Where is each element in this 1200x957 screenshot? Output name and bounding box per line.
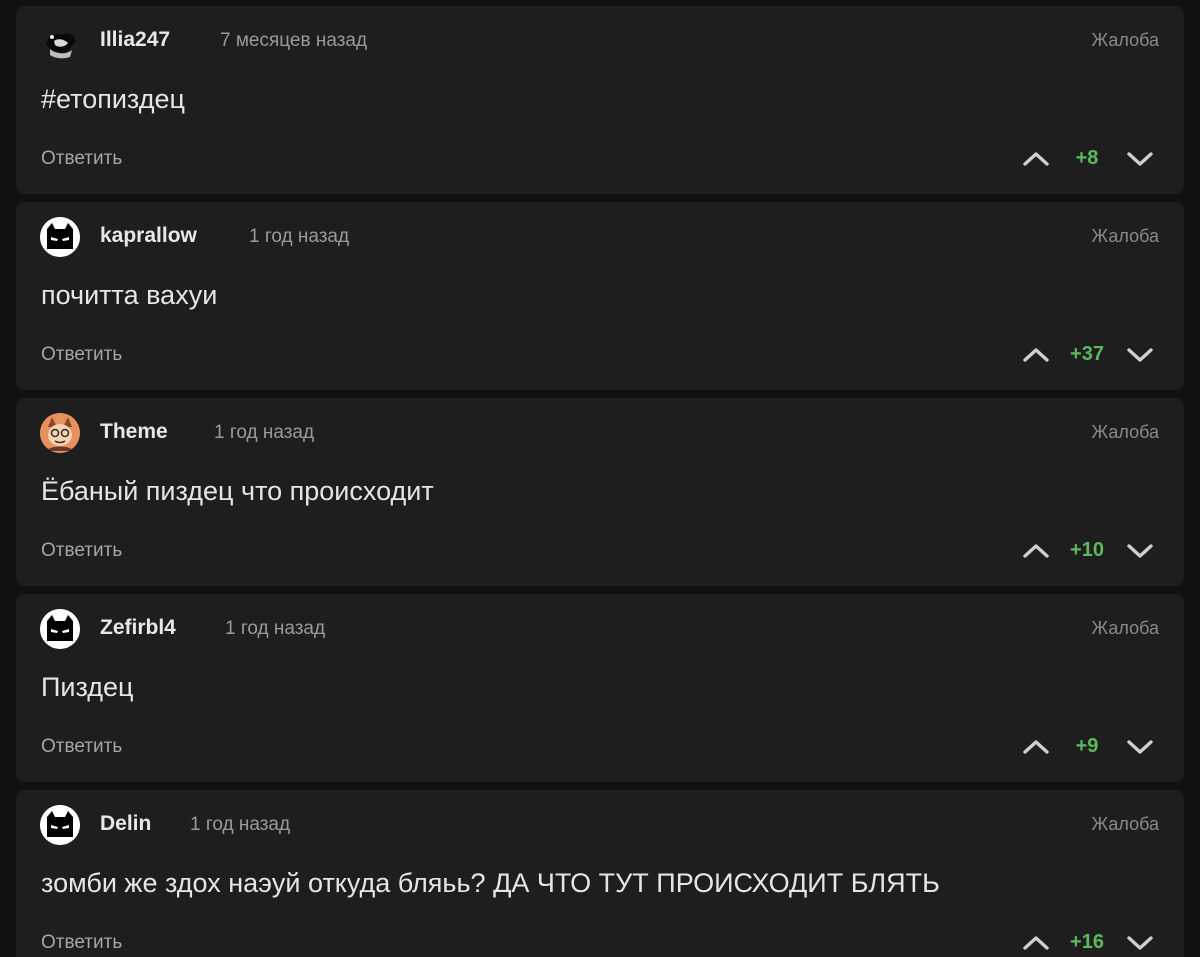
comment-username[interactable]: Illia247 xyxy=(100,28,170,52)
comment-card: Theme 1 год назад Жалоба Ёбаный пиздец ч… xyxy=(16,398,1184,586)
comment-card: Delin 1 год назад Жалоба зомби же здох н… xyxy=(16,790,1184,957)
comment-text: Ёбаный пиздец что происходит xyxy=(41,476,434,506)
comment-list: Illia247 7 месяцев назад Жалоба #етопизд… xyxy=(0,0,1200,957)
downvote-chevron-down-icon[interactable] xyxy=(1126,540,1154,562)
comment-score: +10 xyxy=(1070,539,1104,561)
comment-card: Zefirbl4 1 год назад Жалоба Пиздец Ответ… xyxy=(16,594,1184,782)
comment-card: kaprallow 1 год назад Жалоба почитта вах… xyxy=(16,202,1184,390)
cartoon-character-avatar-icon[interactable] xyxy=(40,413,80,453)
report-link[interactable]: Жалоба xyxy=(1092,422,1159,443)
batman-mask-avatar-icon[interactable] xyxy=(40,805,80,845)
comment-username[interactable]: Zefirbl4 xyxy=(100,616,176,640)
reply-button[interactable]: Ответить xyxy=(41,932,122,954)
comment-text: Пиздец xyxy=(41,672,134,702)
report-link[interactable]: Жалоба xyxy=(1092,30,1159,51)
report-link[interactable]: Жалоба xyxy=(1092,814,1159,835)
batman-mask-avatar-icon[interactable] xyxy=(40,609,80,649)
comment-text: почитта вахуи xyxy=(41,280,218,310)
reply-button[interactable]: Ответить xyxy=(41,148,122,170)
batman-mask-avatar-icon[interactable] xyxy=(40,217,80,257)
comment-text: #етопиздец xyxy=(41,84,185,114)
comment-username[interactable]: kaprallow xyxy=(100,224,197,248)
upvote-chevron-up-icon[interactable] xyxy=(1022,540,1050,562)
comment-timestamp: 1 год назад xyxy=(214,422,315,443)
comment-timestamp: 1 год назад xyxy=(190,814,291,835)
downvote-chevron-down-icon[interactable] xyxy=(1126,932,1154,954)
downvote-chevron-down-icon[interactable] xyxy=(1126,148,1154,170)
comment-score: +8 xyxy=(1075,147,1099,169)
comment-score: +9 xyxy=(1075,735,1099,757)
comment-score: +37 xyxy=(1070,343,1104,365)
comment-timestamp: 7 месяцев назад xyxy=(220,30,368,51)
reply-button[interactable]: Ответить xyxy=(41,540,122,562)
report-link[interactable]: Жалоба xyxy=(1092,226,1159,247)
upvote-chevron-up-icon[interactable] xyxy=(1022,736,1050,758)
comment-card: Illia247 7 месяцев назад Жалоба #етопизд… xyxy=(16,6,1184,194)
upvote-chevron-up-icon[interactable] xyxy=(1022,932,1050,954)
upvote-chevron-up-icon[interactable] xyxy=(1022,148,1050,170)
comment-username[interactable]: Theme xyxy=(100,420,168,444)
comment-timestamp: 1 год назад xyxy=(225,618,326,639)
comment-timestamp: 1 год назад xyxy=(249,226,350,247)
comment-score: +16 xyxy=(1070,931,1104,953)
downvote-chevron-down-icon[interactable] xyxy=(1126,736,1154,758)
comment-text: зомби же здох наэуй откуда бляьь? ДА ЧТО… xyxy=(41,868,940,898)
comment-username[interactable]: Delin xyxy=(100,812,151,836)
downvote-chevron-down-icon[interactable] xyxy=(1126,344,1154,366)
report-link[interactable]: Жалоба xyxy=(1092,618,1159,639)
upvote-chevron-up-icon[interactable] xyxy=(1022,344,1050,366)
reply-button[interactable]: Ответить xyxy=(41,344,122,366)
dark-creature-avatar-icon[interactable] xyxy=(40,21,80,61)
reply-button[interactable]: Ответить xyxy=(41,736,122,758)
